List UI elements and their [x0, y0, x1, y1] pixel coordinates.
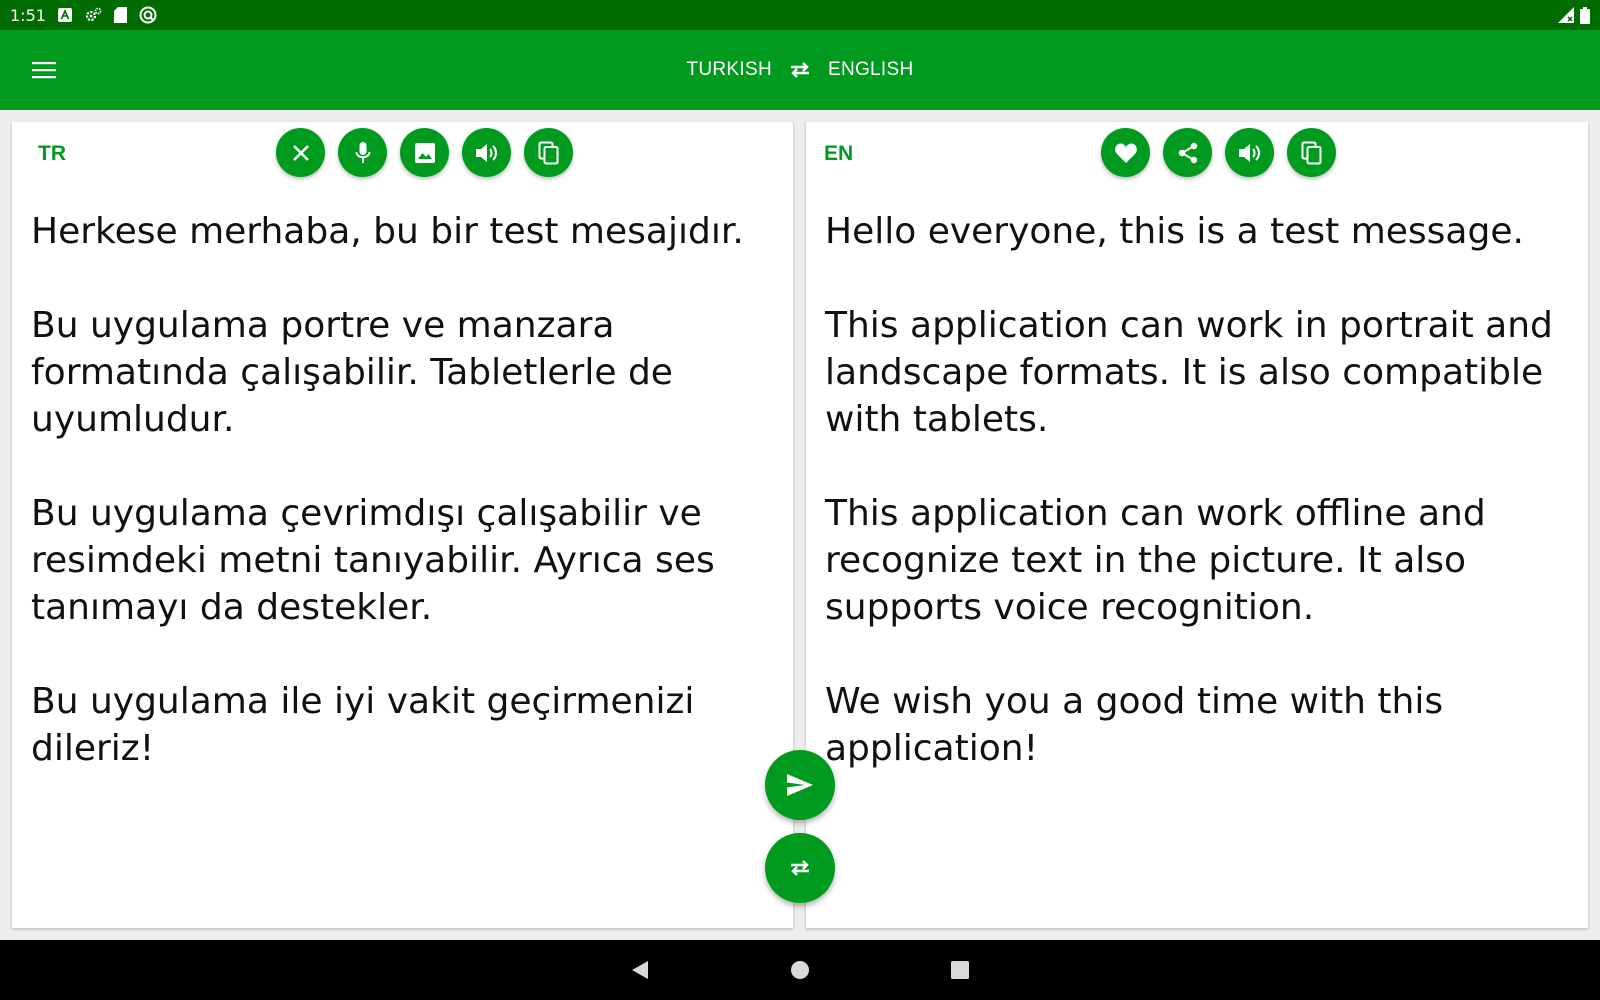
clear-icon	[291, 143, 311, 163]
back-icon	[631, 960, 649, 980]
image-button[interactable]	[400, 128, 449, 177]
image-icon	[414, 142, 436, 164]
microphone-button[interactable]	[338, 128, 387, 177]
send-icon	[786, 773, 814, 797]
status-time: 1:51	[10, 5, 46, 25]
recents-icon	[951, 961, 969, 979]
navigation-bar	[0, 940, 1600, 1000]
favorite-button[interactable]	[1101, 128, 1150, 177]
source-copy-button[interactable]	[524, 128, 573, 177]
menu-button[interactable]	[26, 52, 62, 88]
share-button[interactable]	[1163, 128, 1212, 177]
target-toolbar	[1101, 128, 1336, 177]
share-icon	[1177, 142, 1199, 164]
swap-languages-button[interactable]	[765, 833, 835, 903]
swap-icon[interactable]	[788, 60, 812, 80]
back-button[interactable]	[624, 954, 656, 986]
microphone-icon	[353, 141, 373, 165]
sd-card-icon	[113, 7, 127, 23]
recents-button[interactable]	[944, 954, 976, 986]
home-button[interactable]	[784, 954, 816, 986]
menu-icon	[32, 61, 56, 79]
source-panel: TR Herkese merhaba, bu bir test mesajıdı…	[12, 122, 793, 928]
language-switcher: TURKISH ENGLISH	[0, 30, 1600, 110]
target-language-code: EN	[824, 142, 854, 165]
home-icon	[790, 960, 810, 980]
status-bar: 1:51	[0, 0, 1600, 30]
sync-icon	[139, 6, 157, 24]
target-copy-button[interactable]	[1287, 128, 1336, 177]
source-text-input[interactable]: Herkese merhaba, bu bir test mesajıdır. …	[31, 208, 773, 772]
settings-icon	[84, 7, 102, 23]
signal-icon	[1558, 7, 1574, 23]
source-language-button[interactable]: TURKISH	[686, 59, 772, 81]
target-language-button[interactable]: ENGLISH	[828, 59, 914, 81]
translate-button[interactable]	[765, 750, 835, 820]
speaker-icon	[474, 142, 500, 164]
a-notification-icon	[57, 8, 72, 22]
source-language-code: TR	[38, 142, 66, 165]
battery-icon	[1580, 6, 1590, 24]
app-bar: TURKISH ENGLISH	[0, 30, 1600, 110]
target-panel: EN Hello everyone, this is a test messag…	[806, 122, 1588, 928]
clear-button[interactable]	[276, 128, 325, 177]
copy-icon	[1301, 141, 1323, 165]
source-speak-button[interactable]	[462, 128, 511, 177]
target-speak-button[interactable]	[1225, 128, 1274, 177]
speaker-icon	[1237, 142, 1263, 164]
target-text-output: Hello everyone, this is a test message. …	[825, 211, 1553, 769]
swap-icon	[788, 858, 812, 878]
source-toolbar	[276, 128, 573, 177]
copy-icon	[538, 141, 560, 165]
favorite-icon	[1114, 142, 1138, 164]
